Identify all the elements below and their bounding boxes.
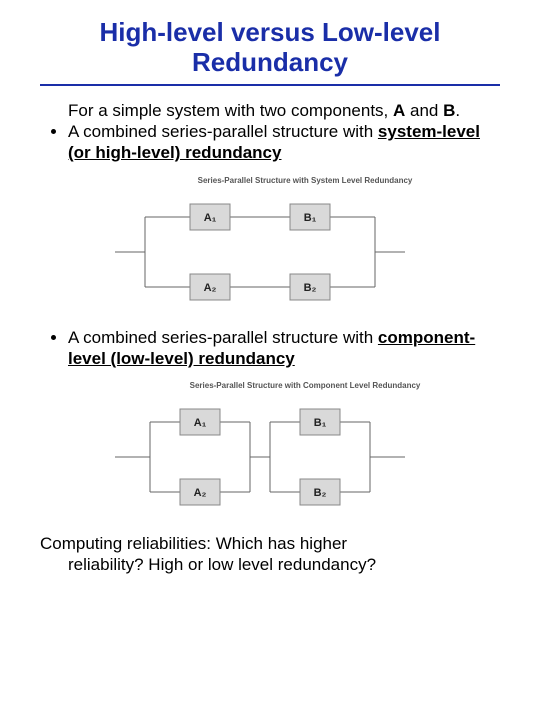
bullet-1: A combined series-parallel structure wit… bbox=[68, 121, 500, 164]
diagram-2-svg: A₁ B₁ A₂ B₂ bbox=[110, 397, 410, 517]
label-a2: A₂ bbox=[194, 487, 207, 499]
intro-prefix: For a simple system with two components, bbox=[68, 101, 393, 120]
label-b1: B₁ bbox=[304, 211, 317, 223]
bullet-list-2: A combined series-parallel structure wit… bbox=[40, 327, 500, 370]
footer-question: Computing reliabilities: Which has highe… bbox=[40, 533, 500, 576]
label-a1: A₁ bbox=[194, 417, 207, 429]
slide-title: High-level versus Low-level Redundancy bbox=[40, 18, 500, 86]
intro-suffix: . bbox=[455, 101, 460, 120]
intro-a: A bbox=[393, 101, 405, 120]
bullet-1-text: A combined series-parallel structure wit… bbox=[68, 122, 378, 141]
diagram-1-title: Series-Parallel Structure with System Le… bbox=[110, 176, 500, 186]
diagram-1-svg: A₁ B₁ A₂ B₂ bbox=[110, 192, 410, 312]
slide: High-level versus Low-level Redundancy F… bbox=[0, 0, 540, 720]
intro-b: B bbox=[443, 101, 455, 120]
label-b2: B₂ bbox=[314, 487, 327, 499]
diagram-component-level: Series-Parallel Structure with Component… bbox=[110, 381, 500, 522]
label-a1: A₁ bbox=[204, 211, 217, 223]
diagram-2-title: Series-Parallel Structure with Component… bbox=[110, 381, 500, 391]
footer-line-2: reliability? High or low level redundanc… bbox=[68, 554, 500, 575]
intro-mid: and bbox=[405, 101, 443, 120]
diagram-system-level: Series-Parallel Structure with System Le… bbox=[110, 176, 500, 317]
intro-text: For a simple system with two components,… bbox=[68, 100, 500, 121]
bullet-2-text: A combined series-parallel structure wit… bbox=[68, 328, 378, 347]
bullet-2: A combined series-parallel structure wit… bbox=[68, 327, 500, 370]
bullet-list-1: A combined series-parallel structure wit… bbox=[40, 121, 500, 164]
label-b2: B₂ bbox=[304, 281, 317, 293]
label-a2: A₂ bbox=[204, 281, 217, 293]
slide-body: For a simple system with two components,… bbox=[40, 100, 500, 575]
label-b1: B₁ bbox=[314, 417, 327, 429]
footer-line-1: Computing reliabilities: Which has highe… bbox=[40, 533, 500, 554]
